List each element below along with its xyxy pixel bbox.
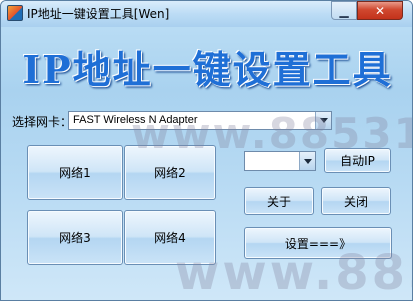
adapter-select-value: FAST Wireless N Adapter [73, 114, 198, 126]
window-title: IP地址一键设置工具[Wen] [27, 7, 170, 21]
chevron-down-icon [304, 159, 312, 164]
settings-button[interactable]: 设置===》 [244, 227, 392, 259]
title-bar[interactable]: IP地址一键设置工具[Wen] ▁ ✕ [1, 1, 412, 27]
page-title: IP地址一键设置工具 [22, 47, 393, 92]
adapter-label: 选择网卡： [12, 115, 73, 129]
app-icon [7, 5, 23, 21]
close-button[interactable]: 关闭 [321, 187, 391, 215]
about-button[interactable]: 关于 [244, 187, 314, 215]
adapter-select[interactable]: FAST Wireless N Adapter [68, 111, 332, 130]
window-close-button[interactable]: ✕ [357, 1, 403, 20]
adapter-dropdown-button[interactable] [315, 112, 331, 129]
network-3-button[interactable]: 网络3 [27, 210, 123, 265]
ip-mode-dropdown-button[interactable] [299, 152, 315, 170]
ip-mode-select[interactable] [244, 151, 316, 171]
chevron-down-icon [320, 118, 328, 123]
auto-ip-button[interactable]: 自动IP [324, 148, 391, 173]
network-4-button[interactable]: 网络4 [124, 210, 216, 265]
network-2-button[interactable]: 网络2 [124, 145, 216, 200]
minimize-button[interactable]: ▁ [331, 1, 357, 20]
app-window: IP地址一键设置工具[Wen] ▁ ✕ IP地址一键设置工具 选择网卡： FAS… [0, 0, 413, 301]
network-1-button[interactable]: 网络1 [27, 145, 123, 200]
